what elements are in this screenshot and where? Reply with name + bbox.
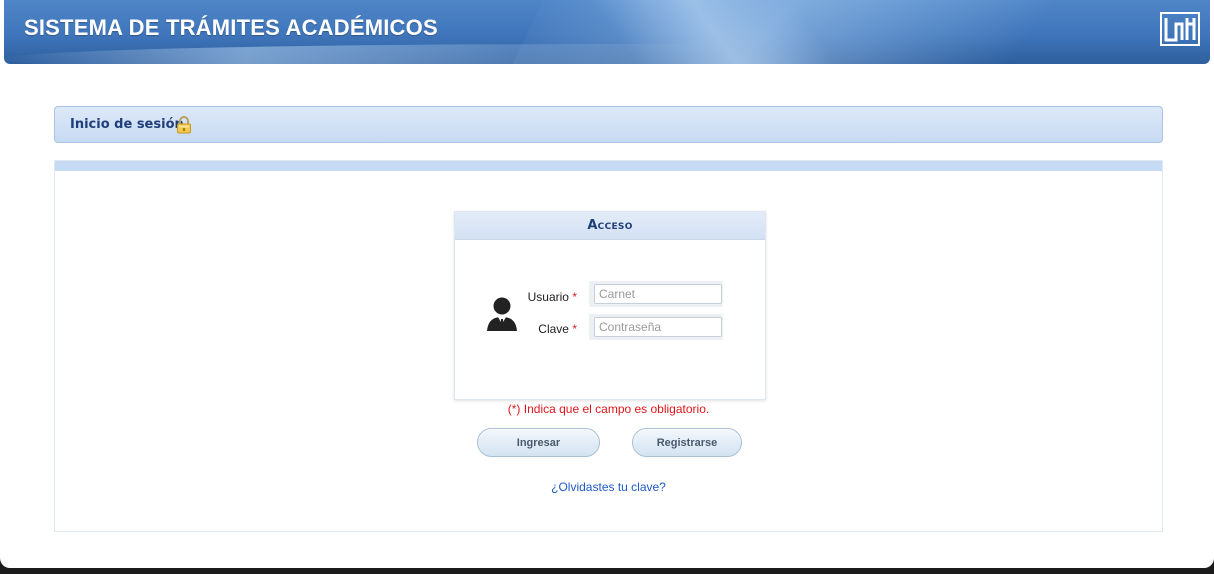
header-decoration	[486, 0, 1210, 64]
password-label-text: Clave	[538, 322, 569, 336]
session-bar: Inicio de sesión	[54, 106, 1163, 143]
username-field-wrapper	[589, 281, 723, 307]
session-title: Inicio de sesión	[70, 117, 184, 132]
content-top-bar	[55, 161, 1162, 171]
forgot-password-link[interactable]: ¿Olvidastes tu clave?	[551, 480, 666, 494]
login-header: Acceso	[455, 212, 765, 240]
lock-icon	[177, 116, 191, 134]
required-fields-note: (*) Indica que el campo es obligatorio.	[507, 402, 710, 416]
unan-logo-icon	[1160, 12, 1200, 46]
password-field-wrapper	[589, 314, 723, 340]
password-label: Clave *	[517, 322, 577, 336]
app-title: SISTEMA DE TRÁMITES ACADÉMICOS	[24, 15, 438, 40]
forgot-password-link-row: ¿Olvidastes tu clave?	[55, 480, 1162, 494]
username-input[interactable]	[594, 284, 722, 304]
login-title: Acceso	[587, 218, 633, 233]
app-header: SISTEMA DE TRÁMITES ACADÉMICOS	[4, 0, 1210, 64]
login-button[interactable]: Ingresar	[477, 428, 600, 457]
app-window: SISTEMA DE TRÁMITES ACADÉMICOS Inicio de…	[0, 0, 1214, 568]
password-input[interactable]	[594, 317, 722, 337]
required-mark: *	[572, 322, 577, 336]
login-box: Acceso Usuario * Clave *	[454, 211, 766, 400]
content-panel: Acceso Usuario * Clave *	[54, 160, 1163, 532]
username-label-text: Usuario	[527, 290, 569, 304]
register-button[interactable]: Registrarse	[632, 428, 742, 457]
username-label: Usuario *	[517, 290, 577, 304]
user-avatar-icon	[487, 297, 517, 331]
required-mark: *	[572, 290, 577, 304]
